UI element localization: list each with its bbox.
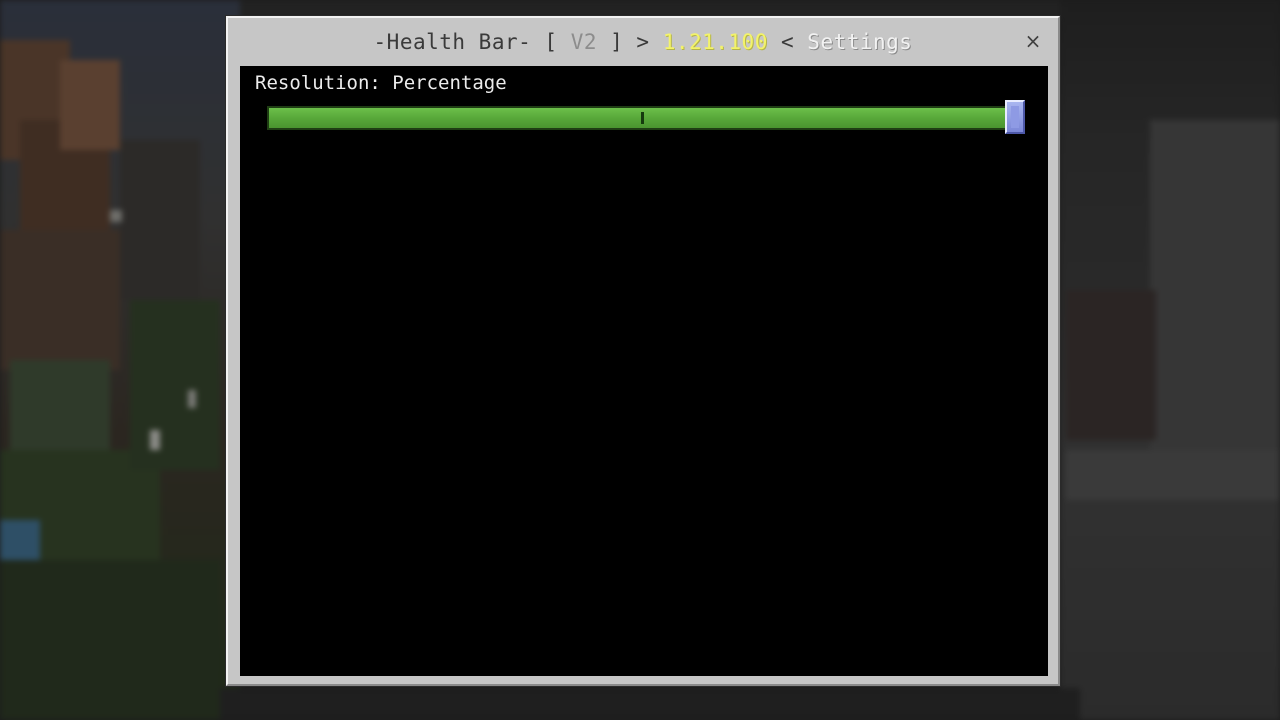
settings-dialog: -Health Bar- [ V2 ] > 1.21.100 < Setting… bbox=[226, 16, 1060, 686]
settings-panel: Resolution: Percentage bbox=[240, 66, 1048, 676]
world-terrain bbox=[0, 560, 220, 720]
world-terrain bbox=[60, 60, 120, 150]
title-separator: ] > bbox=[596, 30, 663, 54]
resolution-label: Resolution: Percentage bbox=[255, 72, 507, 94]
world-birch-tree bbox=[188, 390, 196, 408]
slider-thumb[interactable] bbox=[1005, 100, 1025, 134]
resolution-slider[interactable] bbox=[267, 106, 1017, 130]
world-terrain bbox=[0, 230, 120, 370]
title-page: Settings bbox=[807, 30, 913, 54]
title-prefix: -Health Bar- [ bbox=[373, 30, 571, 54]
world-terrain bbox=[120, 140, 200, 300]
title-back-arrow: < bbox=[767, 30, 808, 54]
close-button[interactable]: × bbox=[1022, 29, 1044, 53]
title-game-version: 1.21.100 bbox=[662, 30, 768, 54]
world-birch-tree bbox=[150, 430, 160, 450]
world-stone-block bbox=[1150, 120, 1280, 460]
close-icon: × bbox=[1024, 29, 1042, 53]
dialog-title: -Health Bar- [ V2 ] > 1.21.100 < Setting… bbox=[228, 18, 1058, 66]
world-stone-block bbox=[1066, 290, 1156, 440]
world-water bbox=[0, 520, 40, 560]
world-birch-tree bbox=[110, 210, 122, 222]
title-version: V2 bbox=[570, 30, 597, 54]
world-stone-block bbox=[1066, 450, 1280, 500]
world-terrain bbox=[130, 300, 220, 470]
world-bottom-strip bbox=[220, 688, 1080, 720]
slider-midpoint-tick bbox=[641, 112, 644, 124]
world-terrain bbox=[10, 360, 110, 450]
